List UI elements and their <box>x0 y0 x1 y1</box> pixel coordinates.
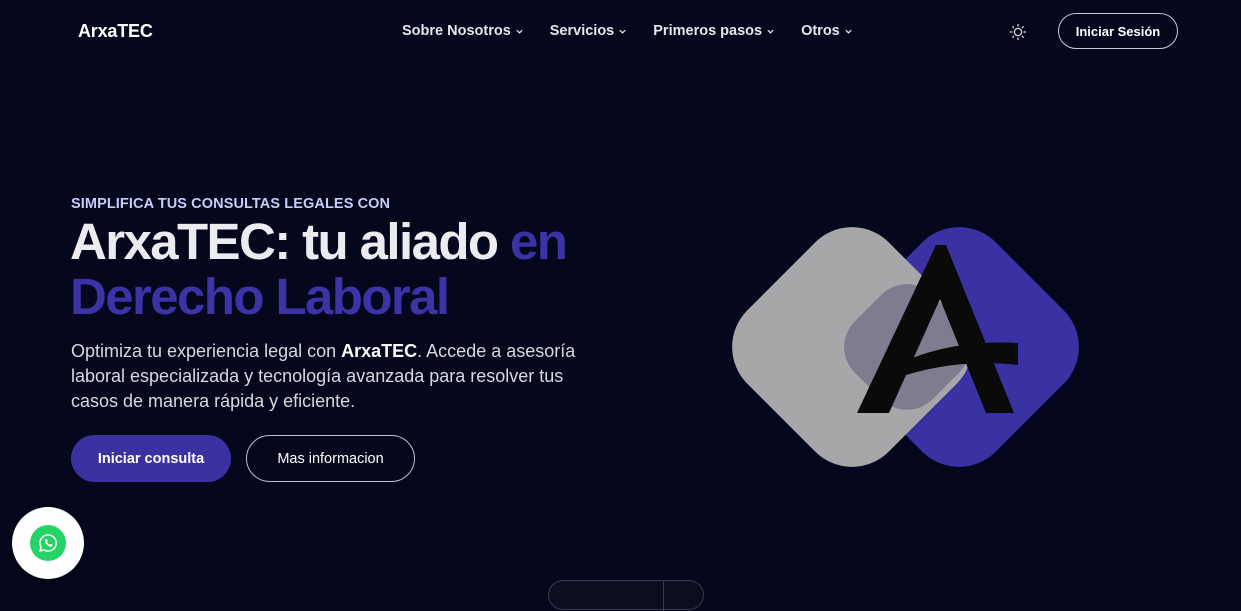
chevron-down-icon <box>516 29 523 34</box>
theme-toggle-button[interactable] <box>1009 23 1027 41</box>
chevron-down-icon <box>619 29 626 34</box>
menu-item-sobre-nosotros[interactable]: Sobre Nosotros <box>402 23 524 39</box>
arxatec-logo-graphic <box>732 227 1079 467</box>
pill-divider <box>663 581 664 611</box>
site-logo[interactable]: ArxaTEC <box>78 21 153 42</box>
whatsapp-icon-bg <box>30 525 66 561</box>
top-navigation: ArxaTEC Sobre Nosotros Servicios Primero… <box>0 0 1241 64</box>
menu-item-servicios[interactable]: Servicios <box>550 23 628 39</box>
hero-title-white: ArxaTEC: tu aliado <box>70 213 511 270</box>
hero-description-brand: ArxaTEC <box>341 341 418 361</box>
menu-item-label: Servicios <box>549 23 615 39</box>
whatsapp-button[interactable] <box>12 507 84 579</box>
bottom-control-pill[interactable] <box>548 580 704 611</box>
hero-description-part1: Optimiza tu experiencia legal con <box>71 341 342 361</box>
menu-item-otros[interactable]: Otros <box>801 23 853 39</box>
menu-item-label: Otros <box>801 23 840 39</box>
login-button[interactable]: Iniciar Sesión <box>1058 13 1178 49</box>
chevron-down-icon <box>845 29 852 34</box>
hero-eyebrow: SIMPLIFICA TUS CONSULTAS LEGALES CON <box>71 196 391 212</box>
hero-description: Optimiza tu experiencia legal con ArxaTE… <box>71 339 611 414</box>
menu-item-primeros-pasos[interactable]: Primeros pasos <box>653 23 775 39</box>
sun-icon <box>1009 23 1027 41</box>
more-info-button[interactable]: Mas informacion <box>246 435 415 482</box>
hero-title: ArxaTEC: tu aliado en Derecho Laboral <box>70 213 568 325</box>
main-menu: Sobre Nosotros Servicios Primeros pasos … <box>402 23 879 39</box>
whatsapp-icon <box>38 534 57 553</box>
menu-item-label: Sobre Nosotros <box>402 23 511 39</box>
start-consultation-button[interactable]: Iniciar consulta <box>71 435 231 482</box>
hero-title-accent: en <box>510 213 568 270</box>
chevron-down-icon <box>767 29 774 34</box>
menu-item-label: Primeros pasos <box>653 23 763 39</box>
hero-title-accent-line2: Derecho Laboral <box>70 268 450 325</box>
